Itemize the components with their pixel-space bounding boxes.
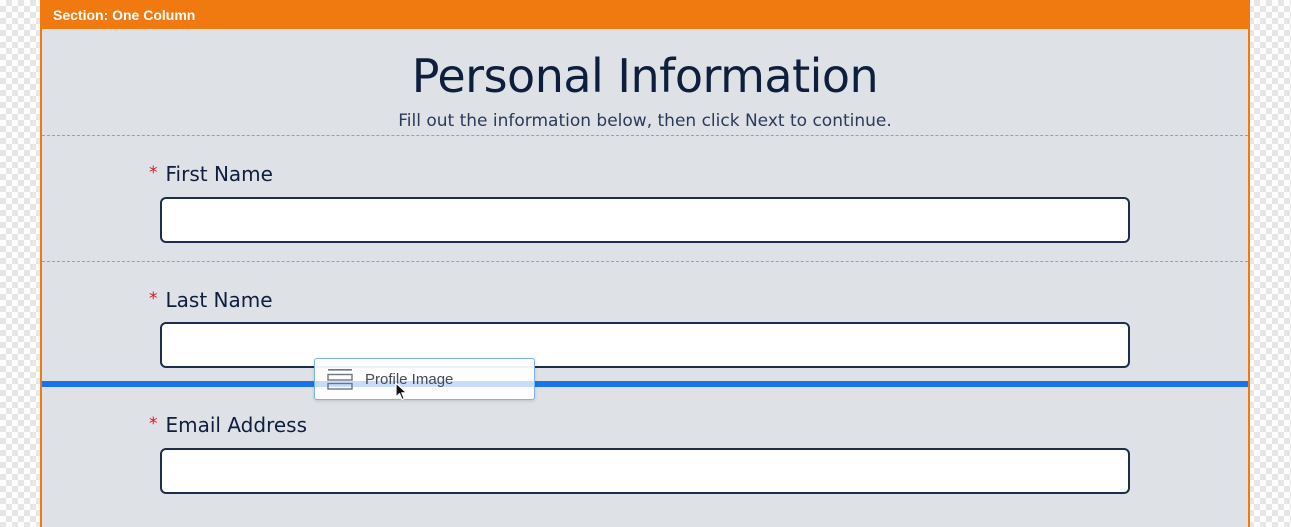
field-block-first-name[interactable]: * First Name <box>42 136 1248 262</box>
field-label-first-name: * First Name <box>149 161 273 189</box>
last-name-input[interactable] <box>160 322 1130 368</box>
email-address-input[interactable] <box>160 448 1130 494</box>
title-block[interactable]: Personal Information Fill out the inform… <box>42 29 1248 136</box>
drag-ghost-profile-image[interactable]: Profile Image <box>314 358 535 400</box>
section-header-label[interactable]: Section: One Column <box>42 0 1248 29</box>
field-block-email-address[interactable]: * Email Address <box>42 387 1248 527</box>
required-asterisk: * <box>149 163 158 183</box>
drag-ghost-label: Profile Image <box>365 371 454 388</box>
required-asterisk: * <box>149 414 158 434</box>
field-label-email-address: * Email Address <box>149 412 307 440</box>
drop-indicator <box>42 381 1248 387</box>
arrow-cursor-icon <box>395 382 409 402</box>
first-name-label-text: First Name <box>165 162 273 186</box>
field-label-last-name: * Last Name <box>149 287 273 315</box>
page-title: Personal Information <box>411 49 879 103</box>
required-asterisk: * <box>149 289 158 309</box>
first-name-input[interactable] <box>160 197 1130 243</box>
last-name-label-text: Last Name <box>165 288 273 312</box>
section-one-column[interactable]: Section: One Column Personal Information… <box>40 0 1250 527</box>
field-block-last-name[interactable]: * Last Name <box>42 262 1248 382</box>
email-address-label-text: Email Address <box>165 413 308 437</box>
page-subtitle: Fill out the information below, then cli… <box>398 111 892 131</box>
form-element-icon <box>327 368 353 392</box>
